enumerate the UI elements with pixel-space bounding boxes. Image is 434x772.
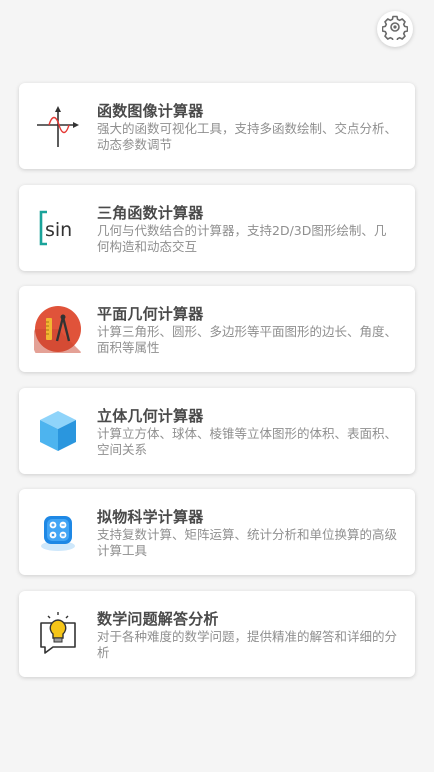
card-description: 计算立方体、球体、棱锥等立体图形的体积、表面积、空间关系 bbox=[97, 425, 398, 457]
lightbulb-icon bbox=[33, 609, 83, 659]
card-title: 函数图像计算器 bbox=[97, 102, 204, 120]
card-description: 计算三角形、圆形、多边形等平面图形的边长、角度、面积等属性 bbox=[97, 324, 398, 355]
card-description: 强大的函数可视化工具，支持多函数绘制、交点分析、动态参数调节 bbox=[97, 121, 398, 152]
cube-icon bbox=[33, 406, 83, 456]
card-title: 三角函数计算器 bbox=[97, 203, 204, 222]
card-description: 支持复数计算、矩阵运算、统计分析和单位换算的高级计算工具 bbox=[97, 527, 398, 558]
compass-ruler-icon bbox=[33, 304, 83, 354]
calculator-list: 函数图像计算器 强大的函数可视化工具，支持多函数绘制、交点分析、动态参数调节 s… bbox=[19, 83, 415, 692]
card-title: 数学问题解答分析 bbox=[97, 609, 219, 628]
settings-button[interactable] bbox=[377, 11, 413, 47]
card-math-problem-solver[interactable]: 数学问题解答分析 对于各种难度的数学问题，提供精准的解答和详细的分析 bbox=[19, 590, 415, 677]
svg-text:sin: sin bbox=[45, 219, 72, 241]
card-description: 几何与代数结合的计算器，支持2D/3D图形绘制、几何构造和动态交互 bbox=[97, 222, 387, 254]
card-function-graph[interactable]: 函数图像计算器 强大的函数可视化工具，支持多函数绘制、交点分析、动态参数调节 bbox=[19, 83, 415, 169]
card-solid-geometry[interactable]: 立体几何计算器 计算立方体、球体、棱锥等立体图形的体积、表面积、空间关系 bbox=[19, 387, 415, 474]
card-title: 平面几何计算器 bbox=[97, 305, 204, 323]
sin-icon: sin bbox=[33, 203, 83, 253]
gear-icon bbox=[381, 14, 409, 44]
calculator-icon bbox=[33, 507, 83, 557]
card-description: 对于各种难度的数学问题，提供精准的解答和详细的分析 bbox=[97, 628, 398, 660]
card-title: 拟物科学计算器 bbox=[97, 508, 204, 526]
card-title: 立体几何计算器 bbox=[97, 406, 204, 425]
function-graph-icon bbox=[33, 101, 83, 151]
card-plane-geometry[interactable]: 平面几何计算器 计算三角形、圆形、多边形等平面图形的边长、角度、面积等属性 bbox=[19, 286, 415, 372]
card-trigonometry[interactable]: sin 三角函数计算器 几何与代数结合的计算器，支持2D/3D图形绘制、几何构造… bbox=[19, 184, 415, 271]
card-scientific-calculator[interactable]: 拟物科学计算器 支持复数计算、矩阵运算、统计分析和单位换算的高级计算工具 bbox=[19, 489, 415, 575]
